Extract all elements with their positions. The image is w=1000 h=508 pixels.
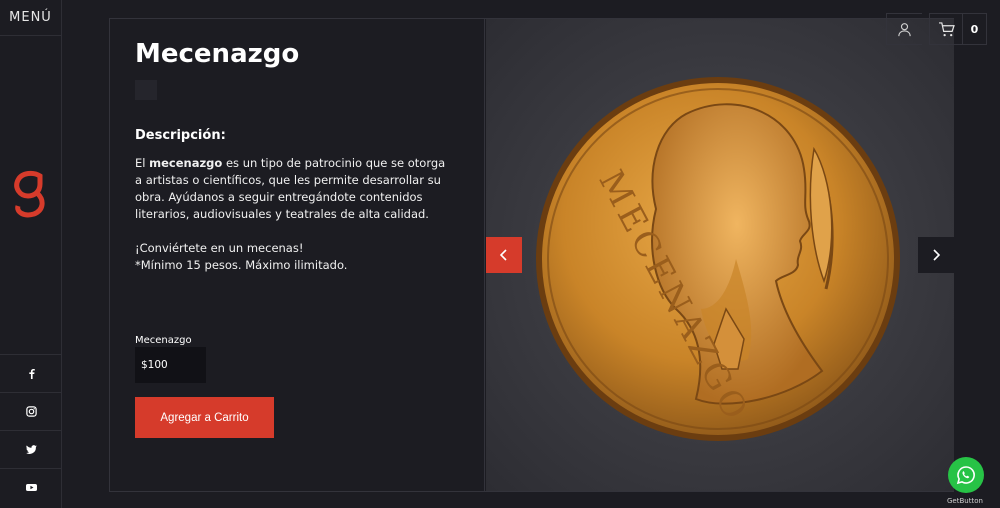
g-logo-icon[interactable] bbox=[10, 168, 50, 218]
product-info: Mecenazgo Descripción: El mecenazgo es u… bbox=[110, 19, 485, 491]
chevron-left-icon bbox=[500, 249, 507, 261]
carousel-next-button[interactable] bbox=[918, 237, 954, 273]
youtube-link[interactable] bbox=[0, 468, 62, 506]
twitter-icon bbox=[25, 445, 37, 454]
getbutton-label: GetButton bbox=[947, 497, 983, 505]
chevron-right-icon bbox=[933, 249, 940, 261]
whatsapp-button[interactable] bbox=[948, 457, 984, 493]
account-button[interactable] bbox=[886, 13, 922, 45]
social-links bbox=[0, 354, 62, 506]
facebook-icon bbox=[28, 368, 35, 379]
description-text: El mecenazgo es un tipo de patrocinio qu… bbox=[135, 156, 446, 221]
color-swatch[interactable] bbox=[135, 80, 157, 100]
cart-count-badge[interactable]: 0 bbox=[963, 13, 987, 45]
description-heading: Descripción: bbox=[135, 128, 226, 143]
product-title: Mecenazgo bbox=[135, 39, 300, 69]
youtube-icon bbox=[25, 483, 37, 492]
facebook-link[interactable] bbox=[0, 354, 62, 392]
amount-input[interactable] bbox=[135, 347, 206, 383]
twitter-link[interactable] bbox=[0, 430, 62, 468]
cta-text: ¡Conviértete en un mecenas! *Mínimo 15 p… bbox=[135, 241, 348, 272]
instagram-icon bbox=[25, 406, 37, 417]
product-panel: Mecenazgo Descripción: El mecenazgo es u… bbox=[109, 18, 954, 492]
cart-button[interactable] bbox=[929, 13, 963, 45]
add-to-cart-button[interactable]: Agregar a Carrito bbox=[135, 397, 274, 438]
medal-image: MECENAZGO bbox=[486, 19, 954, 491]
sidebar: MENÚ bbox=[0, 0, 62, 508]
carousel-prev-button[interactable] bbox=[486, 237, 522, 273]
menu-button[interactable]: MENÚ bbox=[0, 0, 61, 36]
instagram-link[interactable] bbox=[0, 392, 62, 430]
shopping-cart-icon bbox=[938, 21, 955, 36]
whatsapp-icon bbox=[956, 466, 975, 485]
user-icon bbox=[898, 22, 911, 36]
product-image-carousel: MECENAZGO bbox=[486, 19, 954, 491]
amount-label: Mecenazgo bbox=[135, 335, 192, 346]
